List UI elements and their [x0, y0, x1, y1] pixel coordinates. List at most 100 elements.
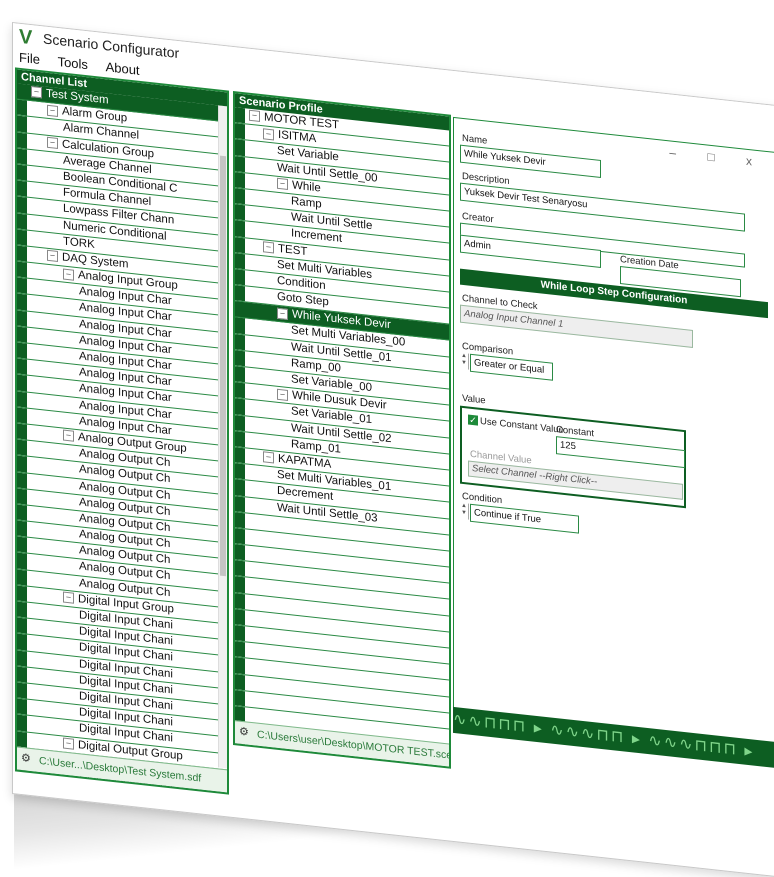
row-gutter [17, 488, 27, 505]
expander-icon[interactable]: − [63, 591, 74, 605]
row-gutter [235, 576, 245, 593]
menu-tools[interactable]: Tools [58, 54, 88, 72]
row-gutter [17, 342, 27, 359]
row-gutter [17, 358, 27, 376]
channel-scrollbar[interactable] [218, 105, 227, 769]
app-window: V Scenario Configurator File Tools About… [12, 22, 774, 877]
row-gutter [17, 374, 27, 392]
row-gutter [17, 277, 27, 295]
scenario-tree-label: TEST [278, 242, 308, 258]
expander-icon[interactable]: − [63, 737, 74, 750]
constant-field[interactable]: 125 [556, 436, 685, 469]
expander-icon[interactable]: − [47, 104, 58, 117]
scenario-tree: − MOTOR TEST − ISITMA Set Variable Wait Until… [235, 107, 449, 769]
path-icon[interactable]: ⚙ [239, 726, 251, 739]
row-gutter [235, 107, 245, 124]
row-gutter [17, 714, 27, 732]
expander-icon[interactable]: − [249, 110, 260, 123]
row-gutter [235, 171, 245, 189]
minimize-icon[interactable]: – [669, 145, 690, 161]
expander-icon[interactable]: − [263, 451, 274, 464]
row-gutter [17, 148, 27, 165]
comparison-select[interactable]: Greater or Equal [470, 353, 553, 381]
row-gutter [235, 398, 245, 415]
spin-icon[interactable]: ▲ ▼ [460, 352, 469, 370]
logo-icon: V [19, 25, 33, 50]
menu-about[interactable]: About [106, 59, 140, 78]
row-gutter [235, 366, 245, 383]
row-gutter [235, 350, 245, 367]
row-gutter [17, 293, 27, 311]
menu-file[interactable]: File [19, 50, 40, 67]
row-gutter [235, 252, 245, 270]
row-gutter [17, 439, 27, 456]
row-gutter [235, 463, 245, 480]
row-gutter [235, 430, 245, 448]
row-gutter [17, 164, 27, 181]
scenario-tree-label: Ramp [291, 195, 322, 211]
expander-icon[interactable]: − [277, 178, 288, 191]
row-gutter [17, 407, 27, 424]
row-gutter [235, 689, 245, 707]
expander-icon[interactable]: − [263, 127, 274, 141]
row-gutter [235, 560, 245, 577]
expander-icon[interactable]: − [263, 241, 274, 254]
row-gutter [17, 99, 27, 117]
row-gutter [17, 779, 27, 795]
checkbox-icon[interactable]: ✓ [468, 414, 478, 426]
row-gutter [17, 617, 27, 635]
scenario-tree-label: Condition [277, 274, 326, 292]
row-gutter [235, 155, 245, 173]
row-gutter [235, 414, 245, 432]
row-gutter [17, 196, 27, 214]
channel-tree-row-content: Digital Output Cha [79, 786, 173, 794]
row-gutter [235, 544, 245, 561]
expander-icon[interactable]: − [277, 307, 288, 320]
row-gutter [17, 132, 27, 149]
scroll-thumb[interactable] [220, 155, 226, 577]
value-label: Value [462, 392, 486, 407]
channel-value-field[interactable]: Select Channel --Right Click-- [468, 460, 683, 500]
row-gutter [17, 601, 27, 618]
row-gutter [235, 625, 245, 642]
row-gutter [235, 657, 245, 674]
description-field[interactable]: Yuksek Devir Test Senaryosu [460, 182, 745, 232]
expander-icon[interactable]: − [277, 388, 288, 401]
channel-list-panel: Channel List − Test System − Alarm Group Ala… [15, 67, 229, 795]
expander-icon[interactable]: − [63, 268, 74, 281]
row-gutter [17, 666, 27, 683]
channel-tree-label: Digital Output Cha [79, 787, 173, 794]
row-gutter [235, 592, 245, 610]
expander-icon[interactable]: − [47, 136, 58, 150]
condition-select[interactable]: Continue if True [470, 503, 579, 534]
row-gutter [235, 269, 245, 286]
row-gutter [235, 673, 245, 691]
row-gutter [17, 455, 27, 473]
expander-icon[interactable]: − [31, 86, 42, 99]
row-gutter [235, 236, 245, 253]
expander-icon[interactable]: − [63, 429, 74, 443]
scenario-tree-row-content: Ramp [291, 194, 322, 212]
properties-panel: – □ x Name While Yuksek Devir Descriptio… [453, 116, 774, 744]
row-gutter [17, 552, 27, 570]
row-gutter [235, 220, 245, 237]
row-gutter [17, 245, 27, 262]
row-gutter [17, 261, 27, 278]
row-gutter [17, 115, 27, 133]
row-gutter [235, 123, 245, 140]
close-icon[interactable]: x [746, 154, 766, 170]
row-gutter [235, 204, 245, 221]
row-gutter [17, 180, 27, 197]
value-groupbox: ✓ Use Constant Value Constant 125 Channe… [460, 405, 686, 509]
channel-tree-label: TORK [63, 235, 95, 251]
maximize-icon[interactable]: □ [707, 150, 728, 166]
spin-icon[interactable]: ▲ ▼ [460, 502, 469, 520]
channel-to-check-field[interactable]: Analog Input Channel 1 [460, 304, 693, 348]
row-gutter [235, 479, 245, 496]
row-gutter [17, 682, 27, 699]
row-gutter [235, 528, 245, 545]
expander-icon[interactable]: − [47, 250, 58, 263]
path-icon[interactable]: ⚙ [21, 752, 33, 765]
row-gutter [17, 472, 27, 489]
row-gutter [17, 698, 27, 715]
